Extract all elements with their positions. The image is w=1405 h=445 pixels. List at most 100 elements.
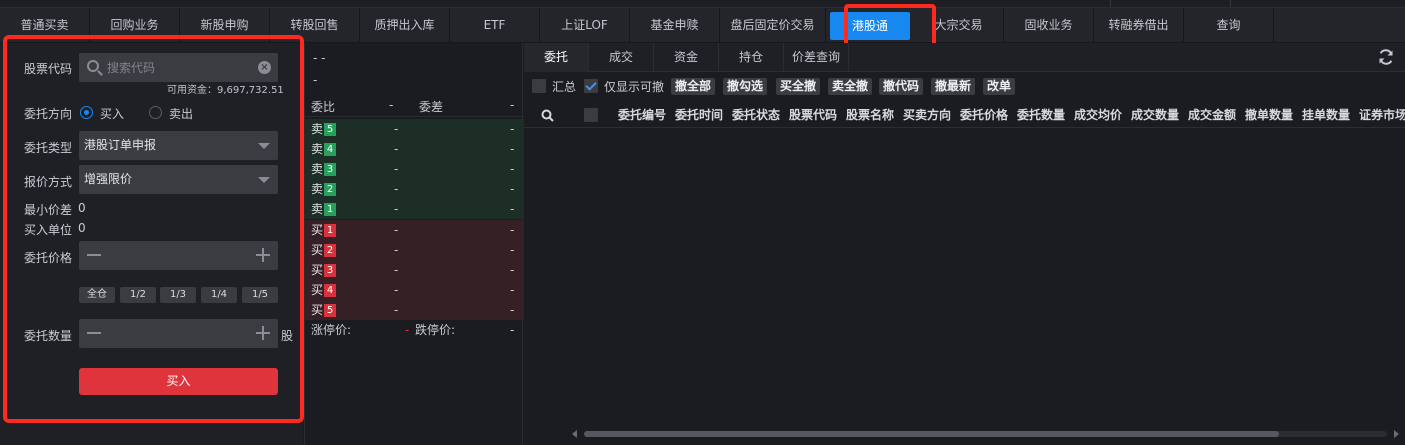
price-mode-select[interactable]: 增强限价 [79, 165, 278, 194]
sell-level-3[interactable]: 卖3 - - [305, 159, 524, 179]
select-all-checkbox[interactable] [584, 108, 598, 122]
buy-level-2[interactable]: 买2 - - [305, 240, 524, 260]
tab-normal-trade[interactable]: 普通买卖 [0, 8, 90, 42]
subtab-positions[interactable]: 持仓 [719, 43, 784, 72]
order-type-select[interactable]: 港股订单申报 [79, 131, 278, 160]
sell-side-label: 卖 [311, 182, 324, 196]
plus-icon[interactable] [256, 326, 270, 340]
minus-icon[interactable] [87, 332, 101, 334]
fraction-fifth-button[interactable]: 1/5 [242, 287, 278, 303]
scroll-left-icon[interactable] [572, 430, 577, 438]
radio-sell-label[interactable]: 卖出 [169, 105, 193, 122]
sell-level-4[interactable]: 卖4 - - [305, 139, 524, 159]
col-order-status[interactable]: 委托状态 [732, 102, 788, 128]
cancel-all-sells-button[interactable]: 卖全撤 [828, 78, 873, 95]
sell-level-badge: 3 [324, 163, 337, 176]
col-side[interactable]: 买卖方向 [903, 102, 959, 128]
cancel-all-button[interactable]: 撤全部 [671, 78, 716, 95]
tab-after-hours[interactable]: 盘后固定价交易 [720, 8, 826, 42]
plus-icon[interactable] [256, 248, 270, 262]
clear-icon[interactable]: × [258, 61, 271, 74]
sell-level-badge: 2 [324, 183, 337, 196]
col-fill-qty[interactable]: 成交数量 [1131, 102, 1187, 128]
buy-level-5[interactable]: 买5 - - [305, 300, 524, 320]
col-cancel-qty[interactable]: 撤单数量 [1245, 102, 1301, 128]
fraction-quarter-button[interactable]: 1/4 [201, 287, 237, 303]
buy-level-4[interactable]: 买4 - - [305, 280, 524, 300]
tab-query[interactable]: 查询 [1184, 8, 1274, 42]
col-stock-name[interactable]: 股票名称 [846, 102, 902, 128]
col-order-price[interactable]: 委托价格 [960, 102, 1016, 128]
buy-level-badge: 3 [324, 264, 337, 277]
refresh-icon[interactable] [1377, 48, 1395, 66]
col-order-qty[interactable]: 委托数量 [1017, 102, 1073, 128]
price-stepper[interactable] [79, 241, 278, 270]
tab-etf[interactable]: ETF [450, 8, 540, 42]
only-cancelable-checkbox[interactable] [584, 79, 598, 93]
tab-fund[interactable]: 基金申赎 [630, 8, 720, 42]
cancel-all-buys-button[interactable]: 买全撤 [776, 78, 821, 95]
tab-pledge[interactable]: 质押出入库 [360, 8, 450, 42]
col-pending-qty[interactable]: 挂单数量 [1302, 102, 1358, 128]
sell-level-badge: 1 [324, 203, 337, 216]
buy-level-badge: 4 [324, 284, 337, 297]
col-avg-fill-price[interactable]: 成交均价 [1074, 102, 1130, 128]
col-stock-code[interactable]: 股票代码 [789, 102, 845, 128]
tab-lof[interactable]: 上证LOF [540, 8, 630, 42]
buy-level-1[interactable]: 买1 - - [305, 220, 524, 240]
sell-side-label: 卖 [311, 162, 324, 176]
tab-securities-lending[interactable]: 转融券借出 [1094, 8, 1184, 42]
buy-volume: - [510, 283, 515, 297]
tab-ipo[interactable]: 新股申购 [180, 8, 270, 42]
summary-checkbox[interactable] [532, 79, 546, 93]
scroll-thumb[interactable] [584, 431, 1279, 437]
sell-level-5[interactable]: 卖5 - - [305, 119, 524, 139]
tab-repo[interactable]: 回购业务 [90, 8, 180, 42]
modify-order-button[interactable]: 改单 [983, 78, 1016, 95]
buy-level-3[interactable]: 买3 - - [305, 260, 524, 280]
search-icon[interactable] [541, 109, 554, 122]
summary-label: 汇总 [552, 80, 577, 94]
limit-down-label: 跌停价: [415, 323, 456, 337]
minus-icon[interactable] [87, 254, 101, 256]
col-market[interactable]: 证券市场 [1359, 102, 1405, 128]
horizontal-scrollbar[interactable] [568, 429, 1403, 439]
stock-search-input[interactable] [107, 57, 247, 78]
subtab-fills[interactable]: 成交 [589, 43, 654, 72]
cancel-selected-button[interactable]: 撤勾选 [723, 78, 768, 95]
sell-level-2[interactable]: 卖2 - - [305, 179, 524, 199]
subtab-spread-query[interactable]: 价差查询 [784, 43, 849, 72]
radio-buy[interactable] [80, 106, 93, 119]
subtab-orders[interactable]: 委托 [524, 43, 589, 72]
radio-sell[interactable] [149, 106, 162, 119]
buy-submit-button[interactable]: 买入 [79, 368, 278, 395]
cancel-by-code-button[interactable]: 撤代码 [879, 78, 924, 95]
col-fill-amount[interactable]: 成交金额 [1188, 102, 1244, 128]
buy-volume: - [510, 223, 515, 237]
limit-down-value: - [510, 323, 515, 337]
buy-price: - [394, 263, 399, 277]
fraction-half-button[interactable]: 1/2 [120, 287, 156, 303]
buy-side-label: 买 [311, 243, 324, 257]
tab-fixed-income[interactable]: 固收业务 [1004, 8, 1094, 42]
col-order-time[interactable]: 委托时间 [675, 102, 731, 128]
buy-level-badge: 1 [324, 224, 337, 237]
order-book: - - - 委比 - 委差 - 卖5 - - 卖4 - - 卖3 - - 卖2 … [304, 43, 524, 445]
main-tab-bar: 普通买卖 回购业务 新股申购 转股回售 质押出入库 ETF 上证LOF 基金申赎… [0, 8, 1405, 43]
stock-search-box[interactable]: × [79, 53, 278, 82]
fraction-third-button[interactable]: 1/3 [160, 287, 196, 303]
qty-stepper[interactable] [79, 319, 278, 348]
cancel-latest-button[interactable]: 撤最新 [931, 78, 976, 95]
sell-volume: - [510, 122, 515, 136]
scroll-right-icon[interactable] [1394, 430, 1399, 438]
subtab-funds[interactable]: 资金 [654, 43, 719, 72]
col-order-id[interactable]: 委托编号 [618, 102, 674, 128]
tab-convert[interactable]: 转股回售 [270, 8, 360, 42]
orders-pane: 委托 成交 资金 持仓 价差查询 汇总 仅显示可撤 撤全部 撤勾选 买全撤 卖全… [524, 43, 1405, 445]
sell-level-1[interactable]: 卖1 - - [305, 199, 524, 219]
fraction-all-button[interactable]: 全仓 [79, 287, 115, 303]
buy-price: - [394, 223, 399, 237]
radio-buy-label[interactable]: 买入 [100, 105, 124, 122]
title-strip [0, 0, 1405, 8]
lot-label: 买入单位 [24, 223, 73, 237]
